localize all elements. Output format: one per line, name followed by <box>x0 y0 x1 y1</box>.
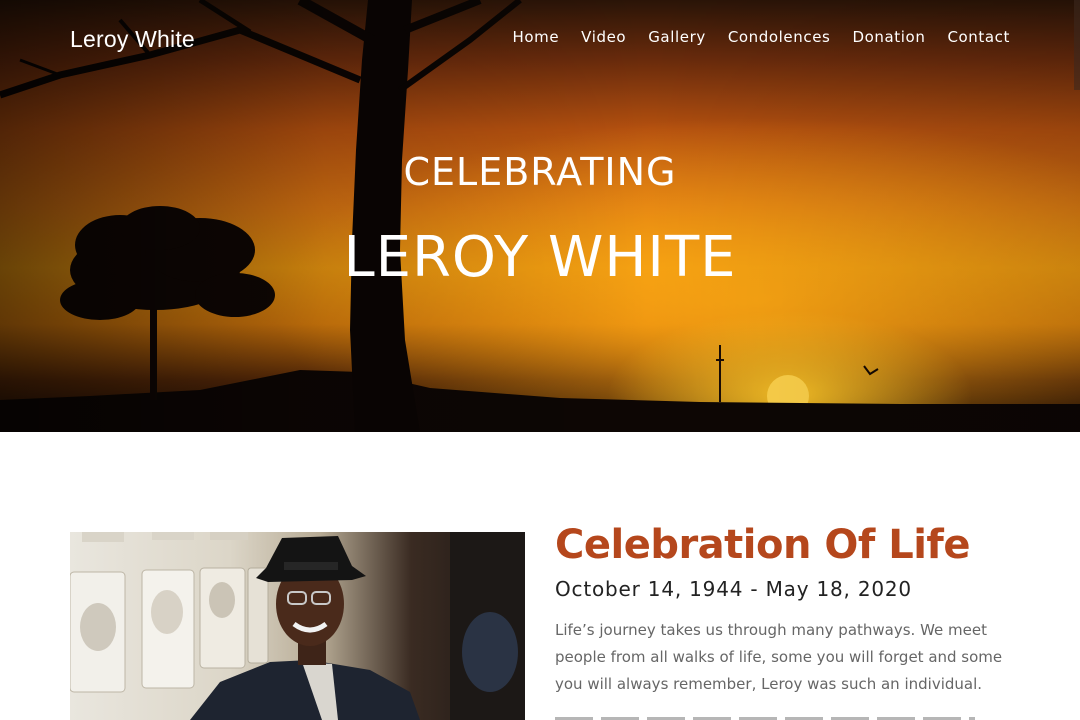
section-title: Celebration Of Life <box>555 522 970 568</box>
life-dates: October 14, 1944 - May 18, 2020 <box>555 577 912 601</box>
bio-paragraph: Life’s journey takes us through many pat… <box>555 621 1003 693</box>
wall-plaques <box>70 532 269 693</box>
main-nav: Home Video Gallery Condolences Donation … <box>512 28 1010 46</box>
portrait-photo <box>70 532 525 720</box>
nav-contact[interactable]: Contact <box>947 28 1010 46</box>
nav-home[interactable]: Home <box>512 28 559 46</box>
site-logo[interactable]: Leroy White <box>70 26 195 53</box>
scrollbar-thumb[interactable] <box>1074 0 1080 90</box>
hero-overlay <box>0 0 1080 432</box>
hero-subtitle: CELEBRATING <box>403 150 677 194</box>
bio-next-line-cropped <box>555 712 1010 720</box>
nav-gallery[interactable]: Gallery <box>648 28 706 46</box>
nav-condolences[interactable]: Condolences <box>728 28 831 46</box>
hero-banner: Leroy White Home Video Gallery Condolenc… <box>0 0 1080 432</box>
portrait-illustration <box>70 532 525 720</box>
nav-video[interactable]: Video <box>581 28 626 46</box>
nav-donation[interactable]: Donation <box>852 28 925 46</box>
hero-title: LEROY WHITE <box>343 225 737 290</box>
